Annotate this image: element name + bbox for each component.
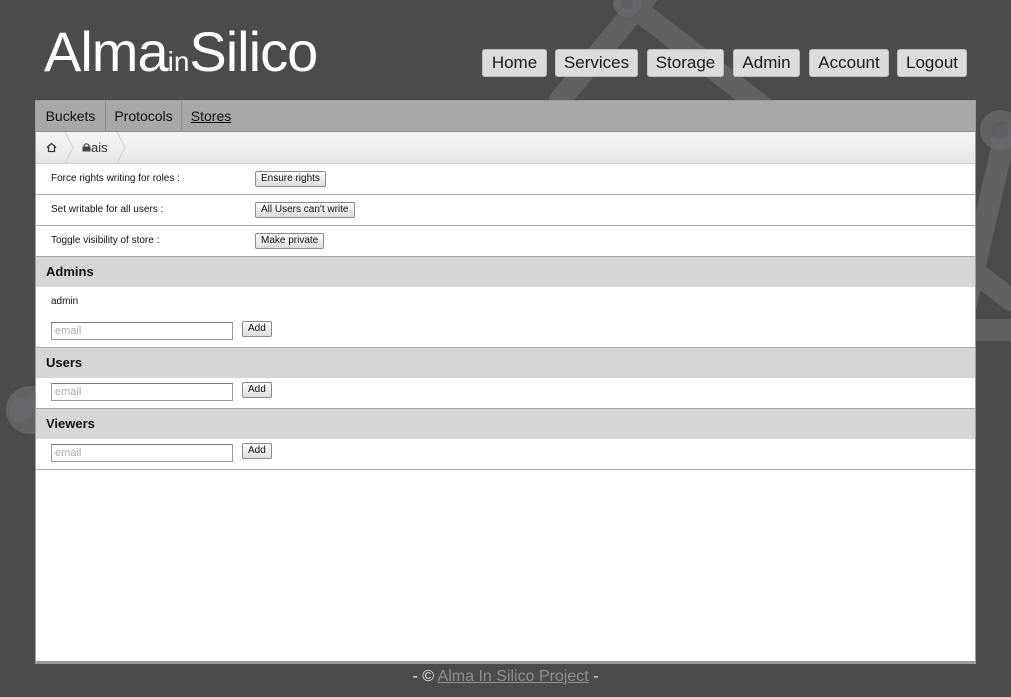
breadcrumb-store-label: ais [91,140,108,155]
breadcrumb-separator [64,132,74,163]
breadcrumb: ais [36,132,975,164]
nav-home-button[interactable]: Home [482,49,547,77]
footer: - © Alma In Silico Project - [0,668,1011,686]
users-section-title: Users [36,348,975,378]
admins-section-title: Admins [36,257,975,287]
home-icon [46,142,57,153]
footer-prefix: - © [412,668,438,685]
project-link[interactable]: Alma In Silico Project [438,668,589,685]
setting-label: Force rights writing for roles : [51,173,180,184]
setting-row-ensure-rights: Force rights writing for roles : Ensure … [36,164,975,195]
users-email-input[interactable] [51,383,233,401]
top-navigation: Home Services Storage Admin Account Logo… [0,49,1011,77]
breadcrumb-store[interactable]: ais [82,132,108,163]
setting-row-visibility: Toggle visibility of store : Make privat… [36,226,975,257]
add-admin-button[interactable]: Add [242,321,272,337]
viewers-section-title: Viewers [36,409,975,439]
nav-services-button[interactable]: Services [555,49,638,77]
admin-member: admin [51,296,79,307]
make-private-button[interactable]: Make private [255,233,325,249]
panel-bottom-border [35,661,976,664]
lock-icon [82,143,91,152]
tab-bar: Buckets Protocols Stores [36,101,975,132]
nav-storage-button[interactable]: Storage [647,49,724,77]
tab-protocols[interactable]: Protocols [106,101,182,131]
breadcrumb-home[interactable] [46,132,60,163]
ensure-rights-button[interactable]: Ensure rights [255,171,326,187]
viewers-email-input[interactable] [51,444,233,462]
breadcrumb-separator [116,132,126,163]
setting-label: Toggle visibility of store : [51,235,160,246]
setting-row-writable: Set writable for all users : All Users c… [36,195,975,226]
footer-suffix: - [588,668,599,685]
tab-stores[interactable]: Stores [182,101,240,131]
add-viewer-button[interactable]: Add [242,443,272,459]
nav-admin-button[interactable]: Admin [733,49,800,77]
divider [36,469,975,470]
nav-logout-button[interactable]: Logout [897,49,967,77]
add-user-button[interactable]: Add [242,382,272,398]
admins-email-input[interactable] [51,322,233,340]
nav-account-button[interactable]: Account [809,49,889,77]
all-users-cant-write-button[interactable]: All Users can't write [255,202,355,218]
setting-label: Set writable for all users : [51,204,164,215]
main-panel: Buckets Protocols Stores ais Force right… [35,100,976,663]
tab-buckets[interactable]: Buckets [36,101,106,131]
